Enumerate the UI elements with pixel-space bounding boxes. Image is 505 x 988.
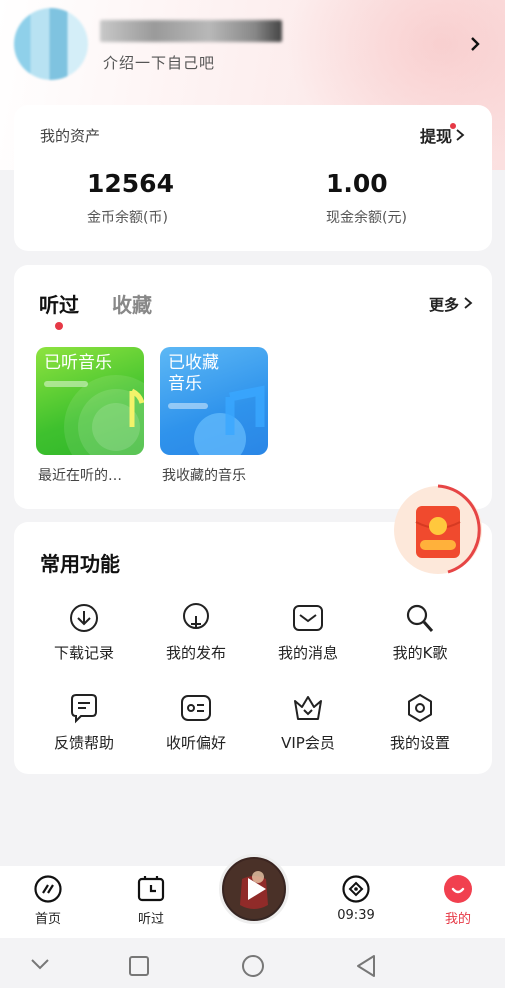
nav-history[interactable]: 听过: [111, 874, 191, 927]
my-settings-button[interactable]: 我的设置: [364, 692, 476, 753]
nav-home[interactable]: 首页: [8, 874, 88, 927]
my-messages-button[interactable]: 我的消息: [252, 602, 364, 663]
nav-profile[interactable]: 我的: [418, 874, 498, 927]
nav-label: 首页: [34, 912, 61, 927]
more-button[interactable]: 更多: [429, 294, 459, 315]
tile-caption: 我收藏的音乐: [162, 468, 246, 484]
message-icon: [293, 605, 323, 631]
assets-card: 我的资产 提现 12564 金币余额(币) 1.00 现金余额(元): [14, 105, 492, 251]
function-label: 收听偏好: [165, 734, 226, 752]
home-icon: [34, 875, 62, 903]
functions-title: 常用功能: [40, 552, 120, 576]
function-label: 我的设置: [389, 734, 450, 752]
settings-icon: [408, 694, 432, 722]
download-records-button[interactable]: 下载记录: [28, 602, 140, 663]
tile-title-line: 音乐: [168, 374, 202, 394]
profile-icon: [444, 875, 472, 903]
back-icon[interactable]: [355, 954, 377, 978]
crown-icon: [294, 696, 322, 720]
play-icon[interactable]: [244, 876, 268, 902]
vip-membership-button[interactable]: VIP会员: [252, 692, 364, 753]
history-icon: [137, 876, 165, 902]
my-karaoke-button[interactable]: 我的K歌: [364, 602, 476, 663]
active-tab-indicator: [55, 322, 63, 330]
now-playing-disc[interactable]: [219, 854, 289, 924]
nav-label: 我的: [444, 912, 471, 927]
system-navigation-bar: [0, 938, 505, 988]
feedback-icon: [71, 694, 97, 724]
my-publish-button[interactable]: 我的发布: [140, 602, 252, 663]
coin-balance-value[interactable]: 12564: [87, 169, 174, 198]
listening-preferences-button[interactable]: 收听偏好: [140, 692, 252, 753]
tile-title: 已收藏 音乐: [168, 353, 219, 395]
function-label: VIP会员: [281, 734, 335, 752]
listened-music-tile[interactable]: 已听音乐: [36, 347, 144, 455]
cash-balance-label: 现金余额(元): [326, 210, 407, 226]
karaoke-icon: [406, 604, 434, 632]
tile-title-line: 已收藏: [168, 353, 219, 373]
nav-label: 听过: [137, 912, 164, 927]
explore-icon: [342, 875, 370, 903]
chevron-right-icon[interactable]: [465, 34, 485, 54]
chevron-right-icon[interactable]: [463, 296, 473, 310]
publish-icon: [183, 603, 209, 629]
username: [100, 20, 282, 42]
coin-balance-label: 金币余额(币): [87, 210, 168, 226]
tile-title: 已听音乐: [44, 353, 112, 373]
function-label: 反馈帮助: [53, 734, 114, 752]
collapse-icon[interactable]: [30, 958, 50, 970]
avatar[interactable]: [14, 8, 88, 80]
download-icon: [70, 604, 98, 632]
function-label: 我的发布: [165, 644, 226, 662]
withdraw-button[interactable]: 提现: [420, 123, 452, 147]
cash-balance-value[interactable]: 1.00: [326, 169, 388, 198]
tile-caption: 最近在听的…: [38, 468, 122, 484]
function-label: 我的消息: [277, 644, 338, 662]
tab-favorites[interactable]: 收藏: [112, 289, 152, 318]
red-packet-icon[interactable]: [414, 504, 462, 560]
chevron-right-icon[interactable]: [455, 129, 465, 141]
function-label: 我的K歌: [392, 644, 448, 662]
tab-listened[interactable]: 听过: [39, 289, 79, 318]
recent-apps-icon[interactable]: [128, 955, 150, 977]
feedback-help-button[interactable]: 反馈帮助: [28, 692, 140, 753]
favorites-music-tile[interactable]: 已收藏 音乐: [160, 347, 268, 455]
nav-explore[interactable]: 09:39: [316, 874, 396, 923]
profile-intro[interactable]: 介绍一下自己吧: [103, 52, 215, 73]
home-button-icon[interactable]: [241, 954, 265, 978]
preference-icon: [181, 695, 211, 721]
listen-card: 听过 收藏 更多 已听音乐 最近在听的… 已收藏 音乐 我收藏的音乐: [14, 265, 492, 509]
assets-title: 我的资产: [40, 127, 101, 145]
function-label: 下载记录: [53, 644, 114, 662]
nav-label: 09:39: [337, 908, 375, 923]
